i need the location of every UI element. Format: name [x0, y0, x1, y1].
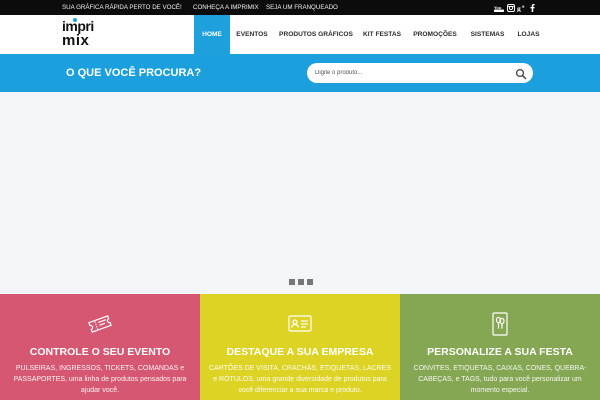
- search-box: [307, 63, 533, 83]
- topbar-link-about[interactable]: CONHEÇA A IMPRIMIX: [193, 0, 259, 15]
- nav-label: KIT FESTAS: [363, 31, 401, 38]
- nav-item-home[interactable]: HOME: [194, 15, 230, 54]
- feature-panel-eventos[interactable]: CONTROLE O SEU EVENTO PULSEIRAS, INGRESS…: [0, 294, 200, 400]
- id-card-icon: [286, 312, 314, 336]
- slider-pagination: [289, 279, 313, 285]
- feature-text: CARTÕES DE VISITA, CRACHÁS, ETIQUETAS, L…: [208, 365, 392, 394]
- feature-text: CONVITES, ETIQUETAS, CAIXAS, CONES, QUEB…: [413, 365, 587, 394]
- feature-panel-festa[interactable]: PERSONALIZE A SUA FESTA CONVITES, ETIQUE…: [400, 294, 600, 400]
- nav-item-promocoes[interactable]: PROMOÇÕES: [406, 15, 464, 54]
- feature-title: PERSONALIZE A SUA FESTA: [427, 346, 573, 358]
- search-band: O QUE VOCÊ PROCURA?: [0, 54, 600, 92]
- topbar-link-franchise[interactable]: SEJA UM FRANQUEADO: [266, 0, 338, 15]
- nav-item-produtos-graficos[interactable]: PRODUTOS GRÁFICOS: [274, 15, 358, 54]
- logo-dot: [73, 18, 77, 22]
- nav-label: LOJAS: [517, 31, 540, 38]
- google-plus-icon[interactable]: g +: [517, 3, 526, 12]
- nav-label: PRODUTOS GRÁFICOS: [279, 31, 353, 38]
- nav-label: EVENTOS: [236, 31, 268, 38]
- feature-title: DESTAQUE A SUA EMPRESA: [226, 346, 374, 358]
- svg-text:g: g: [517, 4, 521, 12]
- top-bar: SUA GRÁFICA RÁPIDA PERTO DE VOCÊ! CONHEÇ…: [0, 0, 600, 15]
- svg-text:You: You: [494, 5, 502, 10]
- slider-dot[interactable]: [289, 279, 295, 285]
- facebook-icon[interactable]: [529, 3, 535, 12]
- nav-item-eventos[interactable]: EVENTOS: [230, 15, 274, 54]
- party-card-icon: [486, 312, 514, 336]
- slider-dot[interactable]: [298, 279, 304, 285]
- feature-panel-empresa[interactable]: DESTAQUE A SUA EMPRESA CARTÕES DE VISITA…: [200, 294, 400, 400]
- topbar-link-tagline[interactable]: SUA GRÁFICA RÁPIDA PERTO DE VOCÊ!: [62, 0, 182, 15]
- search-input[interactable]: [315, 66, 505, 80]
- svg-text:+: +: [522, 4, 525, 10]
- search-question: O QUE VOCÊ PROCURA?: [66, 67, 202, 79]
- nav-label: SISTEMAS: [470, 31, 505, 38]
- nav-item-sistemas[interactable]: SISTEMAS: [464, 15, 511, 54]
- feature-title: CONTROLE O SEU EVENTO: [29, 346, 171, 358]
- search-icon[interactable]: [515, 67, 527, 80]
- logo-text-top: impri: [62, 18, 94, 34]
- nav-item-lojas[interactable]: LOJAS: [511, 15, 546, 54]
- youtube-icon[interactable]: You: [494, 3, 504, 12]
- header: impri mix HOME EVENTOS PRODUTOS GRÁFICOS…: [0, 15, 600, 54]
- instagram-icon[interactable]: [506, 3, 515, 12]
- logo[interactable]: impri mix: [62, 18, 104, 51]
- hero-slider: [0, 92, 600, 294]
- nav-label: PROMOÇÕES: [413, 31, 457, 38]
- ticket-icon: [86, 312, 114, 336]
- logo-text-bottom: mix: [62, 32, 90, 49]
- feature-text: PULSEIRAS, INGRESSOS, TICKETS, COMANDAS …: [13, 365, 187, 394]
- nav-item-kit-festas[interactable]: KIT FESTAS: [358, 15, 406, 54]
- nav-label: HOME: [202, 31, 222, 38]
- slider-dot[interactable]: [307, 279, 313, 285]
